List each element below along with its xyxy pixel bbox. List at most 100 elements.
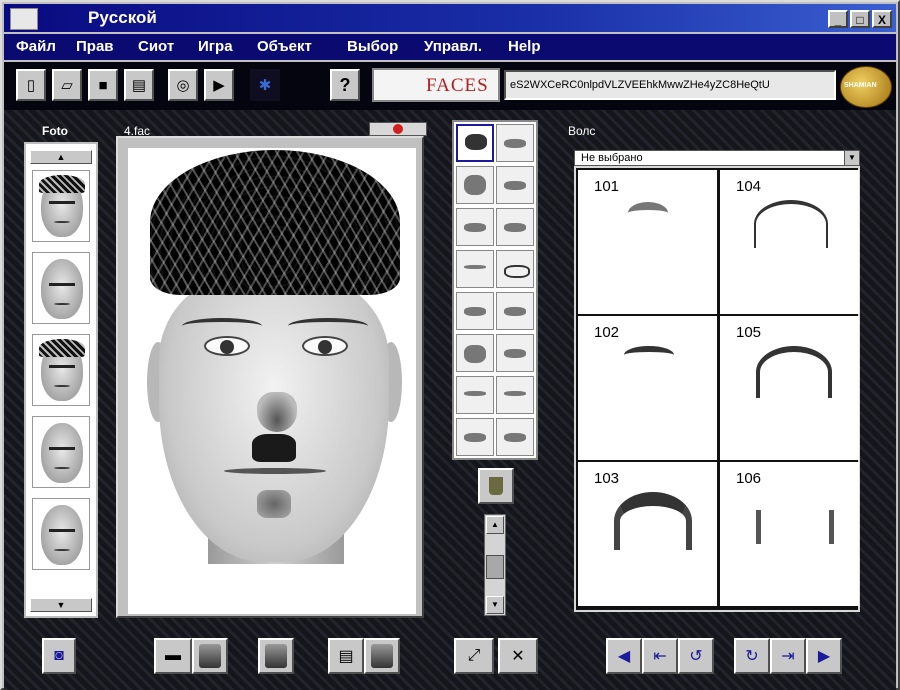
hair-preview	[756, 346, 832, 398]
portrait-button[interactable]	[192, 638, 228, 674]
zoom-in-button[interactable]: ⤢	[454, 638, 494, 674]
feature-beard[interactable]	[496, 166, 534, 204]
feature-headwear[interactable]	[496, 124, 534, 162]
help-button[interactable]: ?	[330, 69, 360, 101]
feature-nose[interactable]	[456, 334, 494, 372]
variant-cell-106[interactable]: 106	[720, 462, 859, 606]
menu-object[interactable]: Объект	[257, 38, 312, 55]
print-icon: ▤	[131, 77, 147, 94]
open-file-button[interactable]: ▱	[52, 69, 82, 101]
play-icon: ▶	[213, 77, 225, 94]
feature-eyes[interactable]	[456, 292, 494, 330]
face-eye-left	[204, 336, 250, 356]
arrow-left-icon: ◀	[617, 648, 631, 665]
gear-button[interactable]: ✱	[250, 69, 280, 101]
slider-up-button[interactable]: ▲	[486, 516, 504, 534]
monitor-button[interactable]: ▬	[154, 638, 192, 674]
open-icon: ▱	[61, 77, 73, 94]
monitor-icon: ▬	[165, 647, 181, 664]
foto-thumb-1[interactable]	[32, 170, 90, 242]
clear-canvas-button[interactable]	[369, 122, 427, 136]
variant-cell-105[interactable]: 105	[720, 316, 859, 460]
feature-lips[interactable]	[496, 376, 534, 414]
face-eye-right	[302, 336, 348, 356]
menu-edit[interactable]: Прав	[76, 38, 114, 55]
variant-number: 102	[594, 324, 620, 341]
variant-cell-101[interactable]: 101	[578, 170, 717, 314]
camera-icon: ◙	[54, 647, 64, 664]
stop-icon	[393, 124, 403, 134]
feature-eyes-alt[interactable]	[496, 292, 534, 330]
new-icon: ▯	[26, 77, 36, 94]
move-left-button[interactable]: ◀	[606, 638, 642, 674]
new-file-button[interactable]: ▯	[16, 69, 46, 101]
arrow-last-icon: ⇥	[781, 648, 795, 665]
face-print-icon	[265, 644, 287, 668]
menu-help[interactable]: Help	[508, 38, 541, 55]
variant-grid: 101 104 102 105 103 106	[574, 166, 860, 612]
move-right-button[interactable]: ▶	[806, 638, 842, 674]
face-brow-right	[288, 318, 368, 334]
foto-thumb-3[interactable]	[32, 334, 90, 406]
foto-scroll-up-button[interactable]: ▲	[30, 150, 92, 164]
expand-icon: ⤢	[467, 647, 481, 664]
close-button[interactable]: X	[872, 10, 892, 28]
rotate-right-button[interactable]: ↻	[734, 638, 770, 674]
spiral-button[interactable]: ◎	[168, 69, 198, 101]
faces-logo: FACES	[372, 68, 500, 102]
slider-down-button[interactable]: ▼	[486, 596, 504, 614]
feature-goatee[interactable]	[496, 418, 534, 456]
minimize-button[interactable]: _	[828, 10, 848, 28]
chevron-down-icon[interactable]: ▼	[844, 151, 859, 165]
app-eye-icon[interactable]	[10, 8, 38, 30]
app-window: Руccкой _ □ X Файл Прав Сиот Игра Объект…	[0, 0, 900, 690]
title-bar: Руccкой _ □ X	[4, 4, 896, 32]
face-bandana	[150, 150, 400, 295]
rotate-left-icon: ↺	[689, 648, 703, 665]
feature-mouth[interactable]	[456, 376, 494, 414]
variant-cell-102[interactable]: 102	[578, 316, 717, 460]
image-list-button[interactable]: ▤	[328, 638, 364, 674]
menu-file[interactable]: Файл	[16, 38, 56, 55]
feature-head-shape[interactable]	[456, 166, 494, 204]
zoom-out-button[interactable]: ✕	[498, 638, 538, 674]
menu-control[interactable]: Управл.	[424, 38, 482, 55]
save-file-button[interactable]: ■	[88, 69, 118, 101]
maximize-button[interactable]: □	[850, 10, 870, 28]
move-first-button[interactable]: ⇤	[642, 638, 678, 674]
foto-thumb-4[interactable]	[32, 416, 90, 488]
print-button[interactable]: ▤	[124, 69, 154, 101]
feature-moustache[interactable]	[496, 334, 534, 372]
hair-preview	[756, 510, 834, 544]
feature-chin[interactable]	[496, 208, 534, 246]
foto-thumb-2[interactable]	[32, 252, 90, 324]
foto-list: ▲ ▼	[24, 142, 98, 618]
rotate-left-button[interactable]: ↺	[678, 638, 714, 674]
variant-select[interactable]: Не выбрано ▼	[574, 150, 860, 166]
menu-select[interactable]: Выбор	[347, 38, 398, 55]
delete-feature-button[interactable]	[478, 468, 514, 504]
foto-scroll-down-button[interactable]: ▼	[30, 598, 92, 612]
print-face-button[interactable]	[258, 638, 294, 674]
face-info-icon	[371, 644, 393, 668]
camera-button[interactable]: ◙	[42, 638, 76, 674]
play-button[interactable]: ▶	[204, 69, 234, 101]
slider-thumb[interactable]	[486, 555, 504, 579]
variant-cell-103[interactable]: 103	[578, 462, 717, 606]
face-nose	[257, 392, 297, 432]
feature-glasses[interactable]	[496, 250, 534, 288]
variant-cell-104[interactable]: 104	[720, 170, 859, 314]
menu-view[interactable]: Сиот	[138, 38, 174, 55]
feature-brows[interactable]	[456, 250, 494, 288]
move-last-button[interactable]: ⇥	[770, 638, 806, 674]
feature-hair[interactable]	[456, 124, 494, 162]
help-icon: ?	[339, 74, 351, 95]
feature-jaw[interactable]	[456, 418, 494, 456]
feature-forehead[interactable]	[456, 208, 494, 246]
feature-category-list	[452, 120, 538, 460]
face-code-field[interactable]: eS2WXCeRC0nlpdVLZVEEhkMwwZHe4yZC8HeQtU	[504, 70, 836, 100]
foto-thumb-5[interactable]	[32, 498, 90, 570]
face-info-button[interactable]	[364, 638, 400, 674]
feature-vertical-slider[interactable]: ▲ ▼	[484, 514, 506, 616]
menu-game[interactable]: Игра	[198, 38, 233, 55]
